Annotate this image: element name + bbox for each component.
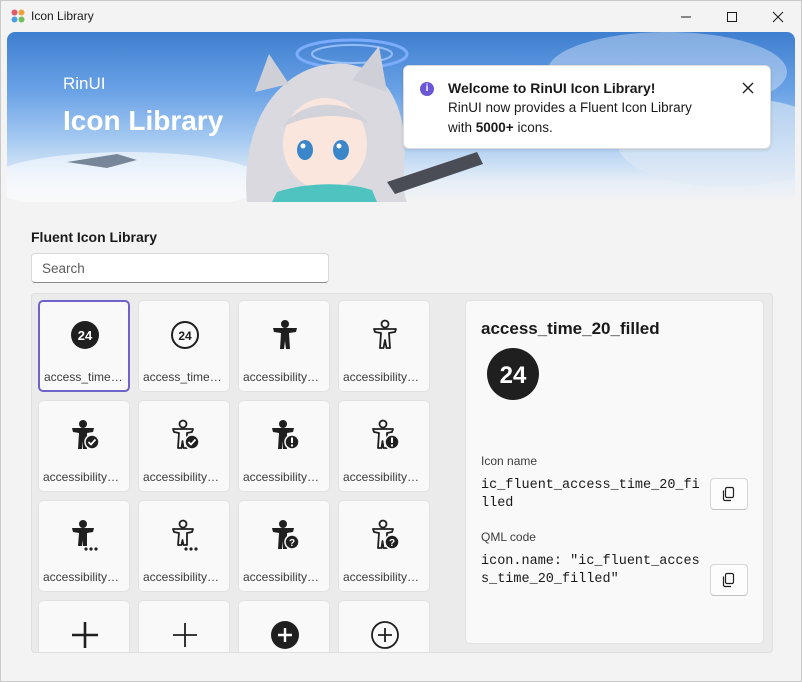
icon-tile-label: accessibility_checkmark_20_regular: [143, 470, 225, 484]
accessibility-regular-icon: [373, 319, 397, 349]
icon-tile-label: accessibility_question_mark_20_regular: [343, 570, 425, 584]
accessibility-question-filled-icon: ?: [272, 520, 300, 550]
library-heading: Fluent Icon Library: [31, 229, 158, 245]
icon-tile-label: accessibility_20_filled: [243, 370, 325, 384]
detail-title: access_time_20_filled: [481, 319, 660, 338]
icon-tile-label: accessibility_more_20_filled: [43, 570, 125, 584]
minimize-icon: [681, 16, 691, 17]
icon-tile[interactable]: accessibility_20_filled: [238, 300, 330, 392]
infobar-text: with: [448, 120, 476, 135]
icon-tile[interactable]: accessibility_20_regular: [338, 300, 430, 392]
copy-icon: [722, 572, 735, 588]
icon-tile-label: accessibility_more_20_regular: [143, 570, 225, 584]
infobar-message-2: with 5000+ icons.: [448, 120, 553, 135]
svg-text:24: 24: [78, 328, 93, 343]
accessibility-error-filled-icon: [272, 420, 300, 450]
add-circle-regular-icon: [371, 621, 399, 649]
accessibility-more-filled-icon: [72, 520, 98, 551]
qml-code-value: icon.name: "ic_fluent_access_time_20_fil…: [481, 554, 700, 587]
icon-name-label: Icon name: [481, 454, 538, 468]
icon-tile[interactable]: [38, 600, 130, 652]
icon-tile[interactable]: [138, 600, 230, 652]
icon-tile-label: accessibility_20_regular: [343, 370, 425, 384]
infobar-message: RinUI now provides a Fluent Icon Library: [448, 100, 692, 115]
maximize-icon: [727, 11, 737, 22]
app-logo-icon: [11, 9, 25, 23]
minimize-button[interactable]: [663, 1, 709, 32]
icon-tile[interactable]: [238, 600, 330, 652]
icon-tile-label: accessibility_question_mark_20_filled: [243, 570, 325, 584]
info-icon: i: [420, 82, 434, 96]
icon-tile-label: accessibility_error_20_filled: [243, 470, 325, 484]
copy-icon-name-button[interactable]: [710, 478, 748, 510]
copy-qml-button[interactable]: [710, 564, 748, 596]
app-window: Icon Library RinUI Icon Library i Welcom…: [0, 0, 802, 682]
icon-tile[interactable]: 24 access_time_20_filled: [38, 300, 130, 392]
window-title: Icon Library: [31, 9, 94, 23]
icon-tile[interactable]: accessibility_checkmark_20_filled: [38, 400, 130, 492]
brand-name: RinUI: [63, 74, 106, 93]
icon-tile[interactable]: 24 access_time_20_regular: [138, 300, 230, 392]
welcome-infobar: i Welcome to RinUI Icon Library! RinUI n…: [403, 65, 771, 149]
icon-tile[interactable]: accessibility_more_20_filled: [38, 500, 130, 592]
add-regular-icon: [173, 623, 197, 647]
add-circle-filled-icon: [271, 621, 299, 649]
icon-tile[interactable]: [338, 600, 430, 652]
maximize-button[interactable]: [709, 1, 755, 32]
icon-tile[interactable]: accessibility_more_20_regular: [138, 500, 230, 592]
search-input[interactable]: [31, 253, 329, 283]
accessibility-checkmark-regular-icon: [172, 419, 200, 450]
infobar-close-button[interactable]: [740, 80, 756, 96]
clock-24-filled-icon: 24: [71, 321, 99, 349]
infobar-text: icons.: [513, 120, 553, 135]
accessibility-error-regular-icon: [372, 419, 400, 450]
clock-24-regular-icon: 24: [171, 321, 199, 349]
svg-text:24: 24: [500, 362, 527, 389]
icon-tile-label: accessibility_checkmark_20_filled: [43, 470, 125, 484]
icon-tile-label: accessibility_error_20_regular: [343, 470, 425, 484]
icon-tile-label: access_time_20_filled: [44, 370, 124, 384]
icon-tile[interactable]: ? accessibility_question_mark_20_filled: [238, 500, 330, 592]
close-icon: [772, 11, 784, 22]
icon-tile[interactable]: accessibility_error_20_filled: [238, 400, 330, 492]
accessibility-checkmark-filled-icon: [72, 420, 100, 450]
svg-text:24: 24: [178, 329, 192, 343]
icon-tile[interactable]: ? accessibility_question_mark_20_regular: [338, 500, 430, 592]
clock-24-filled-icon: 24: [487, 348, 539, 400]
close-window-button[interactable]: [755, 1, 801, 32]
svg-text:?: ?: [289, 538, 295, 549]
icon-detail-panel: access_time_20_filled 24 Icon name ic_fl…: [465, 300, 764, 644]
icon-tile[interactable]: accessibility_checkmark_20_regular: [138, 400, 230, 492]
icon-count: 5000+: [475, 120, 514, 135]
accessibility-more-regular-icon: [172, 519, 198, 551]
copy-icon: [722, 486, 735, 502]
svg-text:?: ?: [389, 538, 395, 549]
accessibility-filled-icon: [273, 320, 297, 349]
icon-tile[interactable]: accessibility_error_20_regular: [338, 400, 430, 492]
infobar-title: Welcome to RinUI Icon Library!: [448, 80, 656, 96]
accessibility-question-regular-icon: ?: [372, 519, 400, 550]
icon-name-value: ic_fluent_access_time_20_filled: [481, 478, 700, 511]
title-bar: Icon Library: [1, 1, 801, 32]
add-filled-icon: [72, 622, 98, 648]
icon-tile-label: access_time_20_regular: [143, 370, 225, 384]
qml-code-label: QML code: [481, 530, 536, 544]
page-title: Icon Library: [63, 105, 224, 136]
